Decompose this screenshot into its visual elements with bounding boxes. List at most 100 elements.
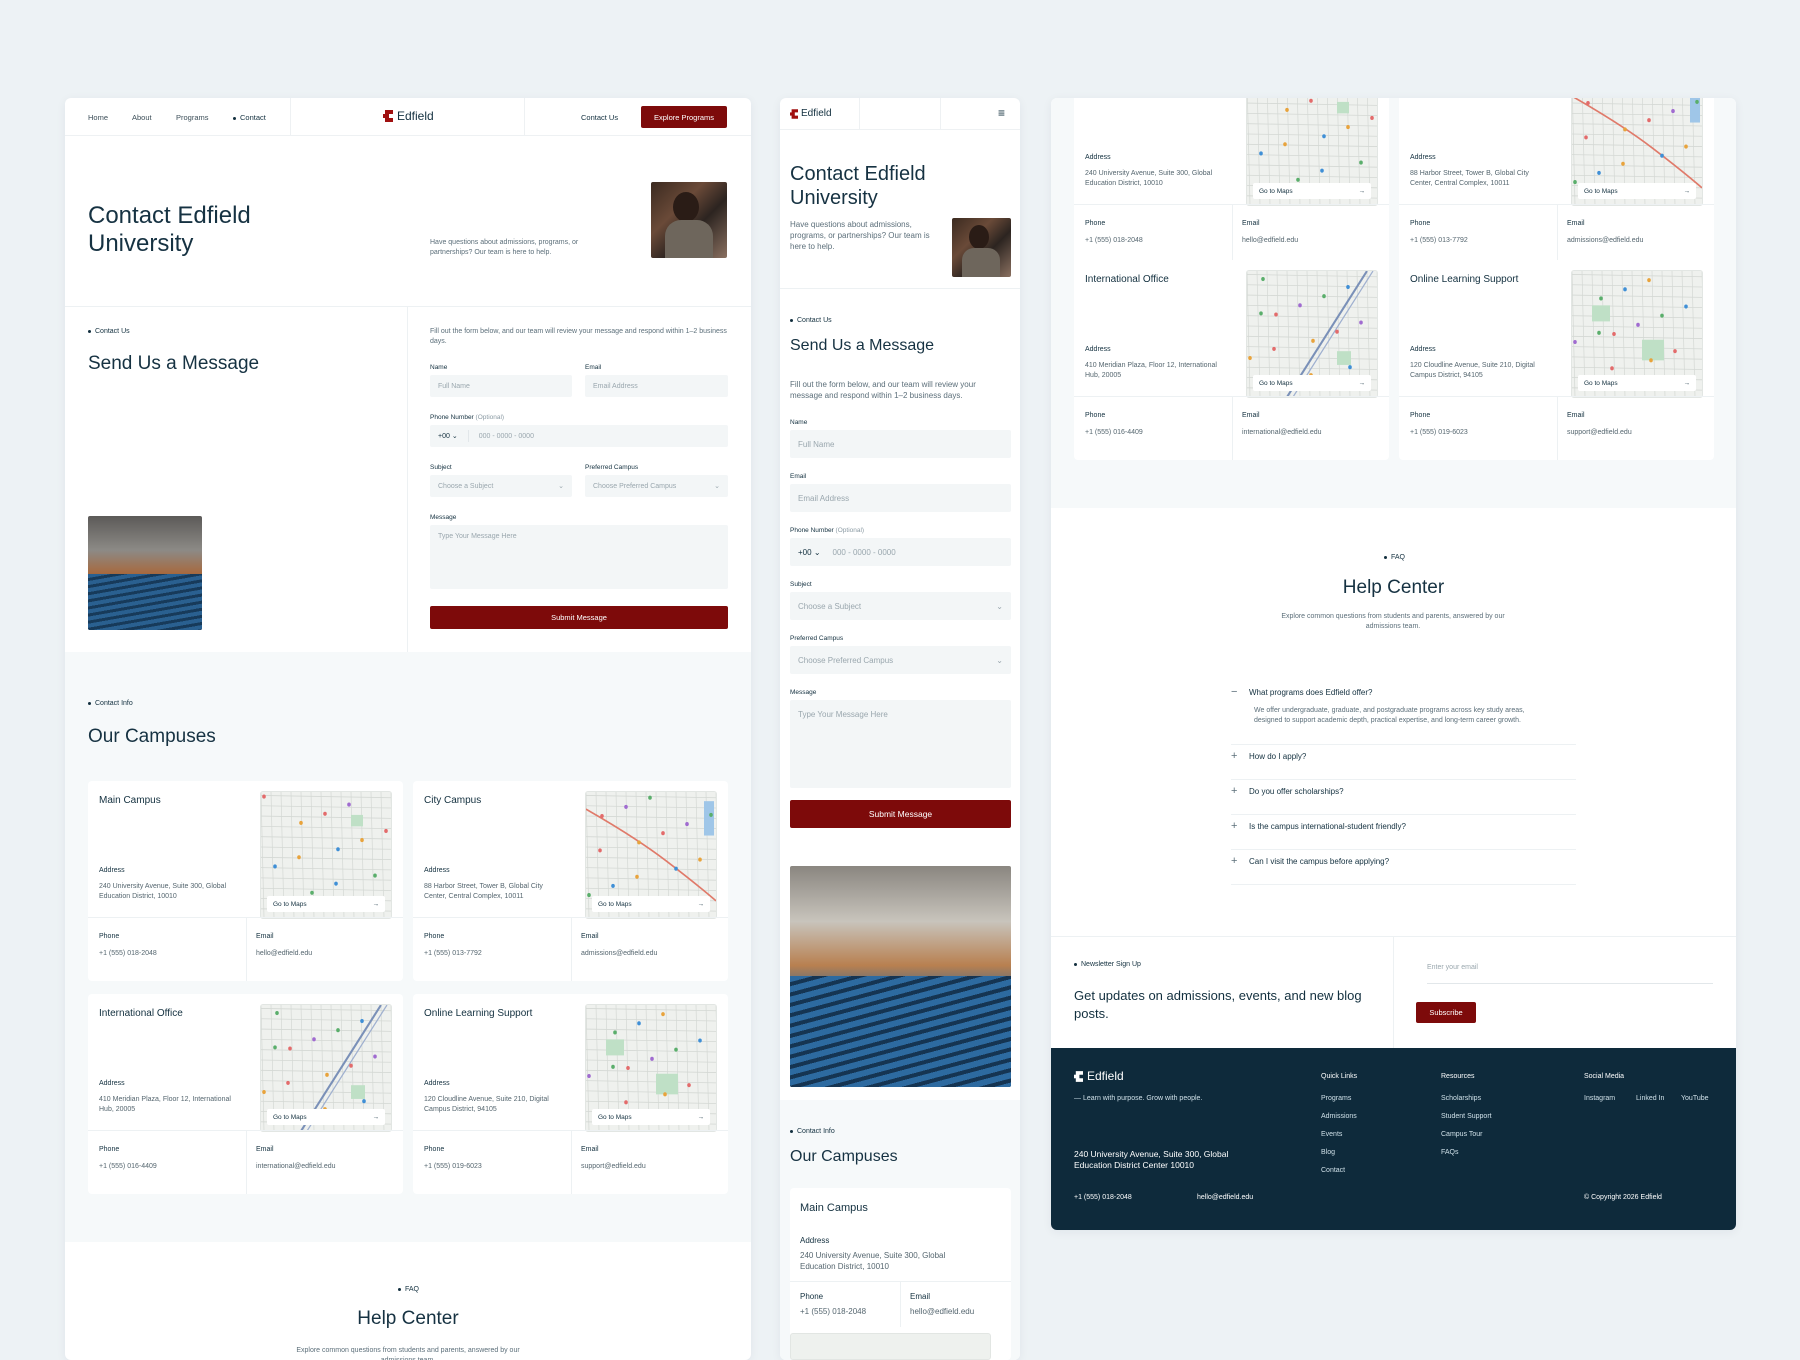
faq-question: What programs does Edfield offer?: [1249, 687, 1373, 697]
hamburger-menu-icon[interactable]: ≡: [998, 106, 1005, 120]
phone-input[interactable]: +00 ⌄ 000 - 0000 - 0000: [430, 425, 728, 447]
explore-programs-button[interactable]: Explore Programs: [641, 106, 727, 128]
nav-about[interactable]: About: [132, 113, 152, 122]
nav-contact[interactable]: Contact: [233, 113, 266, 122]
footer-email[interactable]: hello@edfield.edu: [1197, 1194, 1253, 1201]
footer-quick-link[interactable]: Contact: [1321, 1167, 1345, 1174]
mobile-email-input[interactable]: Email Address: [790, 484, 1011, 512]
email-value: hello@edfield.edu: [256, 950, 313, 957]
email-value: admissions@edfield.edu: [581, 950, 658, 957]
go-to-maps-button[interactable]: Go to Maps →: [1578, 183, 1696, 199]
phone-code-select[interactable]: +00 ⌄: [438, 432, 458, 440]
faq-item[interactable]: + Do you offer scholarships?: [1231, 785, 1576, 797]
footer-brand[interactable]: Edfield: [1074, 1069, 1124, 1083]
email-label: Email: [1242, 412, 1260, 419]
campus-map[interactable]: Go to Maps →: [585, 791, 717, 919]
email-value: support@edfield.edu: [1567, 429, 1632, 436]
subscribe-button[interactable]: Subscribe: [1416, 1002, 1476, 1023]
nav-contact-us[interactable]: Contact Us: [581, 113, 618, 122]
footer-resource-link[interactable]: Scholarships: [1441, 1095, 1481, 1102]
go-to-maps-button[interactable]: Go to Maps →: [1578, 375, 1696, 391]
footer-quick-link[interactable]: Blog: [1321, 1149, 1335, 1156]
mobile-submit-button[interactable]: Submit Message: [790, 800, 1011, 828]
email-value: hello@edfield.edu: [1242, 237, 1299, 244]
footer-copyright: © Copyright 2026 Edfield: [1584, 1194, 1662, 1201]
address-value: 120 Cloudline Avenue, Suite 210, Digital…: [1410, 362, 1535, 379]
campus-map[interactable]: Go to Maps →: [585, 1004, 717, 1132]
footer-resource-link[interactable]: Student Support: [1441, 1113, 1492, 1120]
campus-map[interactable]: Go to Maps →: [1571, 98, 1703, 206]
mobile-phone-label: Phone Number (Optional): [790, 527, 865, 534]
email-input[interactable]: Email Address: [585, 375, 728, 397]
mobile-address-label: Address: [800, 1236, 830, 1245]
submit-message-button[interactable]: Submit Message: [430, 606, 728, 629]
message-textarea[interactable]: Type Your Message Here: [430, 525, 728, 589]
edfield-logo-icon: [383, 110, 393, 122]
footer-social-link[interactable]: YouTube: [1681, 1095, 1709, 1102]
mobile-message-textarea[interactable]: Type Your Message Here: [790, 700, 1011, 788]
phone-label: Phone: [99, 1146, 120, 1153]
form-intro: Fill out the form below, and our team wi…: [430, 328, 727, 345]
go-to-maps-button[interactable]: Go to Maps →: [267, 1109, 385, 1125]
footer-social-link[interactable]: Instagram: [1584, 1095, 1615, 1102]
brand-logo[interactable]: Edfield: [383, 109, 434, 123]
footer-quick-link[interactable]: Programs: [1321, 1095, 1351, 1102]
footer-address: 240 University Avenue, Suite 300, Global…: [1074, 1149, 1229, 1170]
footer-social-link[interactable]: Linked In: [1636, 1095, 1664, 1102]
arrow-right-icon: →: [1683, 187, 1691, 195]
address-value: 240 University Avenue, Suite 300, Global…: [1085, 170, 1213, 187]
campus-map[interactable]: Go to Maps →: [260, 791, 392, 919]
faq-item[interactable]: + Can I visit the campus before applying?: [1231, 855, 1576, 867]
address-label: Address: [1085, 154, 1111, 161]
campus-map[interactable]: Go to Maps →: [1246, 270, 1378, 398]
campus-label: Preferred Campus: [585, 464, 639, 471]
campus-select[interactable]: Choose Preferred Campus ⌄: [585, 475, 728, 497]
faq-answer: We offer undergraduate, graduate, and po…: [1254, 707, 1525, 724]
footer-phone[interactable]: +1 (555) 018-2048: [1074, 1194, 1132, 1201]
faq-question: How do I apply?: [1249, 751, 1307, 761]
mobile-name-input[interactable]: Full Name: [790, 430, 1011, 458]
campus-map[interactable]: Go to Maps →: [260, 1004, 392, 1132]
right-campus-card: Online Learning Support Go to Maps → Addr…: [1399, 260, 1714, 460]
mobile-phone-code-select[interactable]: +00 ⌄: [798, 548, 821, 557]
edfield-logo-icon: [1074, 1070, 1083, 1082]
mobile-phone-input[interactable]: +00 ⌄ 000 - 0000 - 0000: [790, 538, 1011, 566]
chevron-down-icon: ⌄: [996, 655, 1003, 665]
faq-question: Is the campus international-student frie…: [1249, 821, 1406, 831]
faq-item[interactable]: + How do I apply?: [1231, 750, 1576, 762]
subject-select[interactable]: Choose a Subject ⌄: [430, 475, 572, 497]
mobile-campus-map[interactable]: [790, 1333, 991, 1360]
mobile-campus-name: Main Campus: [800, 1202, 868, 1214]
name-input[interactable]: Full Name: [430, 375, 572, 397]
nav-programs[interactable]: Programs: [176, 113, 209, 122]
mobile-campus-select[interactable]: Choose Preferred Campus ⌄: [790, 646, 1011, 674]
plus-icon: +: [1231, 855, 1238, 867]
mobile-brand-logo[interactable]: Edfield: [790, 108, 832, 119]
footer-resource-link[interactable]: FAQs: [1441, 1149, 1459, 1156]
mobile-subject-select[interactable]: Choose a Subject ⌄: [790, 592, 1011, 620]
go-to-maps-button[interactable]: Go to Maps →: [592, 896, 710, 912]
campus-map[interactable]: Go to Maps →: [1571, 270, 1703, 398]
edfield-logo-icon: [790, 108, 798, 119]
campus-name: Main Campus: [99, 795, 161, 806]
faq-eyebrow-desktop: FAQ: [398, 1286, 419, 1293]
newsletter-email-input[interactable]: Enter your email: [1427, 964, 1713, 984]
go-to-maps-button[interactable]: Go to Maps →: [267, 896, 385, 912]
nav-home[interactable]: Home: [88, 113, 108, 122]
go-to-maps-button[interactable]: Go to Maps →: [1253, 183, 1371, 199]
mobile-email-value: hello@edfield.edu: [910, 1307, 975, 1316]
footer-quick-link[interactable]: Admissions: [1321, 1113, 1357, 1120]
faq-item-open[interactable]: − What programs does Edfield offer?: [1231, 686, 1576, 698]
faq-item[interactable]: + Is the campus international-student fri…: [1231, 820, 1576, 832]
arrow-right-icon: →: [1683, 379, 1691, 387]
footer-resource-link[interactable]: Campus Tour: [1441, 1131, 1483, 1138]
campus-map[interactable]: Go to Maps →: [1246, 98, 1378, 206]
go-to-maps-button[interactable]: Go to Maps →: [1253, 375, 1371, 391]
address-label: Address: [1410, 346, 1436, 353]
go-to-maps-button[interactable]: Go to Maps →: [592, 1109, 710, 1125]
mobile-phone-label-card: Phone: [800, 1292, 824, 1301]
footer-quick-link[interactable]: Events: [1321, 1131, 1342, 1138]
address-value: 410 Meridian Plaza, Floor 12, Internatio…: [99, 1096, 231, 1113]
email-label: Email: [256, 933, 274, 940]
mobile-email-label: Email: [790, 473, 807, 480]
